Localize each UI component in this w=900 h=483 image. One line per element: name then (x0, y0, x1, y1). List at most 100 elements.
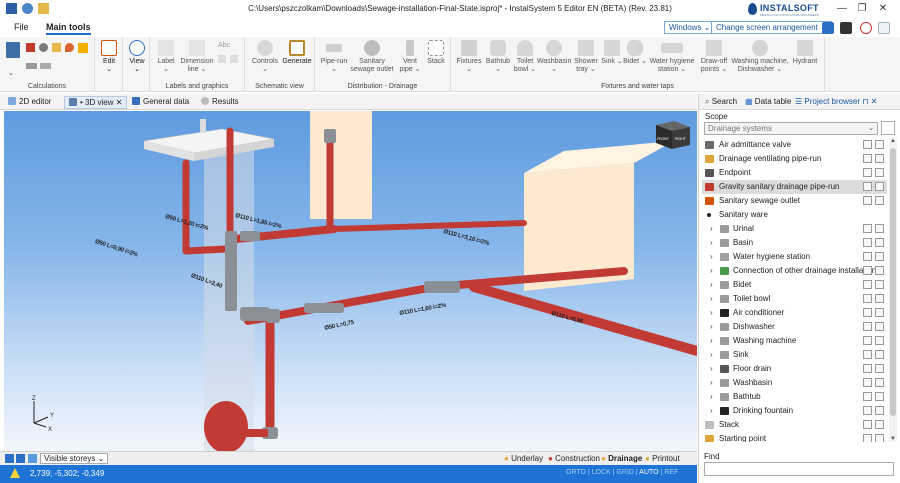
collapse-ribbon-icon[interactable] (878, 22, 890, 34)
tree-item[interactable]: › Floor drain (702, 362, 887, 376)
tree-item[interactable]: › Sink (702, 348, 887, 362)
tree-item[interactable]: Sanitary ware (702, 208, 887, 222)
dimension-line-button[interactable]: Dimension line ⌄ (180, 40, 214, 74)
lock-toggle-icon[interactable] (875, 420, 884, 429)
chevron-down-icon[interactable]: ⌄ (8, 69, 14, 77)
calc-warning-icon[interactable] (78, 43, 88, 53)
filter-icon[interactable] (28, 454, 37, 463)
tab-2d-editor[interactable]: 2D editor (4, 96, 55, 109)
shower-tray-button[interactable]: Shower tray ⌄ (571, 40, 601, 74)
sink-button[interactable]: Sink ⌄ (601, 40, 623, 66)
visibility-toggle-icon[interactable] (863, 364, 872, 373)
bidet-button[interactable]: Bidet ⌄ (623, 40, 647, 66)
visibility-toggle-icon[interactable] (863, 168, 872, 177)
washing-machine-button[interactable]: Washing machine, Dishwasher ⌄ (731, 40, 789, 74)
tree-item[interactable]: › Connection of other drainage installati… (702, 264, 887, 278)
tree-item[interactable]: Drainage ventilating pipe-run (702, 152, 887, 166)
expand-chevron-icon[interactable]: › (710, 294, 713, 303)
expand-chevron-icon[interactable]: › (710, 364, 713, 373)
draw-off-button[interactable]: Draw-off points ⌄ (697, 40, 731, 74)
tree-item[interactable]: Air admittance valve (702, 138, 887, 152)
layer-printout[interactable]: ● Printout (645, 454, 680, 463)
lock-toggle-icon[interactable] (875, 308, 884, 317)
lock-toggle-icon[interactable] (875, 350, 884, 359)
tree-item[interactable]: Starting point (702, 432, 887, 442)
visibility-toggle-icon[interactable] (863, 378, 872, 387)
tree-item[interactable]: › Drinking fountain (702, 404, 887, 418)
layout-icon[interactable] (822, 22, 834, 34)
lock-toggle-icon[interactable] (875, 336, 884, 345)
tree-item[interactable]: › Water hygiene station (702, 250, 887, 264)
tree-item[interactable]: Sanitary sewage outlet (702, 194, 887, 208)
visibility-toggle-icon[interactable] (863, 350, 872, 359)
lock-toggle-icon[interactable] (875, 238, 884, 247)
lock-toggle-icon[interactable] (875, 266, 884, 275)
bathtub-button[interactable]: Bathtub ⌄ (483, 40, 513, 74)
visibility-toggle-icon[interactable] (863, 252, 872, 261)
lock-toggle-icon[interactable] (875, 378, 884, 387)
layer-drainage[interactable]: ● Drainage (601, 454, 642, 463)
lock-toggle-icon[interactable] (875, 252, 884, 261)
lock-toggle-icon[interactable] (875, 182, 884, 191)
snap-modes[interactable]: ORTO | LOCK | GRID | AUTO | REF (566, 469, 678, 476)
lock-toggle-icon[interactable] (875, 322, 884, 331)
lock-toggle-icon[interactable] (875, 406, 884, 415)
scope-select[interactable]: Drainage systems ⌄ (704, 122, 878, 135)
3d-viewport[interactable]: FRONT RIGHT Z Y X Ø50 L=0,90 i=2% Ø50 L=… (4, 111, 697, 451)
tree-item[interactable]: Endpoint (702, 166, 887, 180)
controls-button[interactable]: Controls ⌄ (249, 40, 281, 74)
tree-item[interactable]: › Air conditioner (702, 306, 887, 320)
edit-button[interactable]: Edit ⌄ (98, 40, 120, 74)
tree-item[interactable]: › Toilet bowl (702, 292, 887, 306)
storey-down-icon[interactable] (16, 454, 25, 463)
expand-chevron-icon[interactable]: › (710, 238, 713, 247)
tab-file[interactable]: File (14, 22, 29, 32)
expand-chevron-icon[interactable]: › (710, 280, 713, 289)
visibility-toggle-icon[interactable] (863, 322, 872, 331)
restore-button[interactable]: ❐ (856, 3, 868, 15)
lock-toggle-icon[interactable] (875, 168, 884, 177)
layer-construction[interactable]: ● Construction (548, 454, 600, 463)
label-button[interactable]: Label ⌄ (154, 40, 178, 74)
tab-general-data[interactable]: General data (128, 96, 193, 109)
calc-fitting-icon[interactable] (39, 43, 48, 52)
fixtures-button[interactable]: Fixtures ⌄ (455, 40, 483, 74)
visible-storeys-select[interactable]: Visible storeys ⌄ (40, 453, 109, 464)
visibility-toggle-icon[interactable] (863, 238, 872, 247)
arrangement-select[interactable]: Change screen arrangement ⌄ (711, 21, 832, 34)
expand-chevron-icon[interactable]: › (710, 322, 713, 331)
expand-chevron-icon[interactable]: › (710, 252, 713, 261)
expand-chevron-icon[interactable]: › (710, 406, 713, 415)
visibility-toggle-icon[interactable] (863, 154, 872, 163)
tree-item[interactable]: › Dishwasher (702, 320, 887, 334)
sanitary-outlet-button[interactable]: Sanitary sewage outlet (349, 40, 395, 74)
tree-item[interactable]: › Urinal (702, 222, 887, 236)
view-button[interactable]: View ⌄ (126, 40, 148, 74)
storey-up-icon[interactable] (5, 454, 14, 463)
lock-toggle-icon[interactable] (875, 280, 884, 289)
expand-chevron-icon[interactable]: › (710, 266, 713, 275)
expand-chevron-icon[interactable]: › (710, 350, 713, 359)
stack-button[interactable]: Stack (423, 40, 449, 66)
lock-toggle-icon[interactable] (875, 196, 884, 205)
visibility-toggle-icon[interactable] (863, 140, 872, 149)
calc-pipe-icon[interactable] (26, 43, 35, 52)
tree-item[interactable]: › Bathtub (702, 390, 887, 404)
calc-list-icon[interactable] (26, 63, 37, 69)
tab-main-tools[interactable]: Main tools (46, 22, 91, 35)
washbasin-button[interactable]: Washbasin ⌄ (537, 40, 571, 74)
theme-select[interactable]: Windows ⌄ (664, 21, 716, 34)
layer-underlay[interactable]: ● Underlay (504, 454, 543, 463)
tree-item[interactable]: › Bidet (702, 278, 887, 292)
scope-settings-button[interactable] (881, 121, 895, 135)
vent-pipe-button[interactable]: Vent pipe ⌄ (397, 40, 423, 74)
find-input[interactable] (704, 462, 894, 476)
calc-drop-icon[interactable] (65, 43, 74, 52)
shape-icon[interactable] (230, 55, 238, 63)
visibility-toggle-icon[interactable] (863, 224, 872, 233)
visibility-toggle-icon[interactable] (863, 420, 872, 429)
visibility-toggle-icon[interactable] (863, 406, 872, 415)
visibility-toggle-icon[interactable] (863, 266, 872, 275)
minimize-button[interactable]: — (836, 3, 848, 15)
tree-item[interactable]: › Washing machine (702, 334, 887, 348)
